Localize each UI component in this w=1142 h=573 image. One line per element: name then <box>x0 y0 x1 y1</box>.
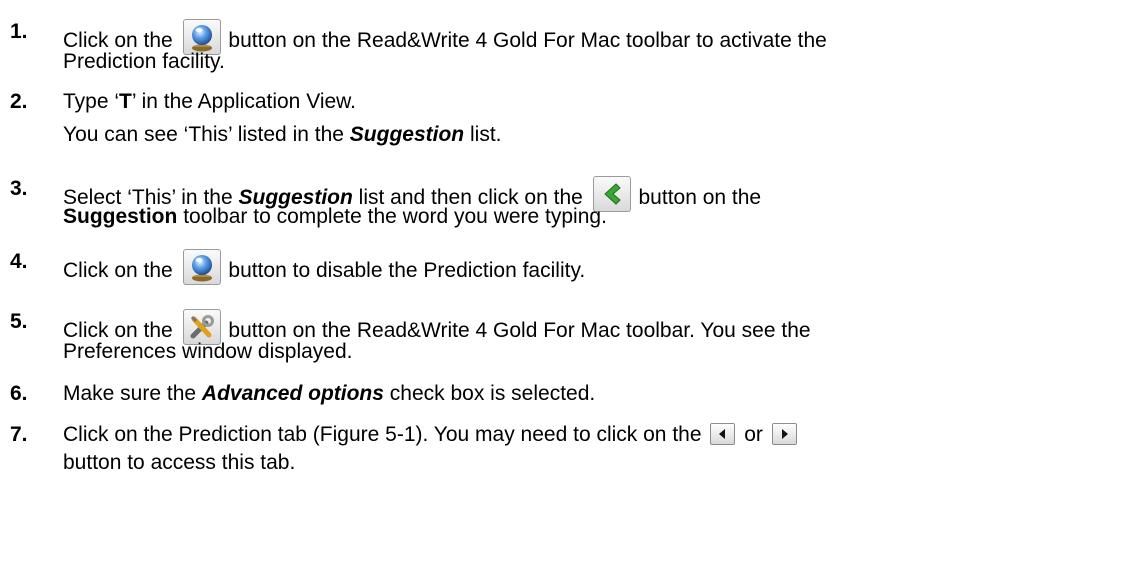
step-number: 5. <box>10 310 28 333</box>
advanced-options-term: Advanced options <box>201 382 384 405</box>
typed-letter: T <box>119 90 132 113</box>
step-text: Prediction facility. <box>63 50 225 73</box>
step-text: button on the <box>638 186 762 209</box>
step-text: Type ‘ <box>63 90 120 113</box>
step-text: Preferences window displayed. <box>63 340 353 363</box>
step-number: 4. <box>10 250 28 273</box>
suggestion-term: Suggestion <box>349 123 465 146</box>
step-text: Click on the Prediction tab (Figure 5-1)… <box>63 423 702 446</box>
step-text: Click on the <box>63 259 173 282</box>
step-text: ’ in the Application View. <box>131 90 357 113</box>
step-number: 3. <box>10 177 28 200</box>
step-number: 6. <box>10 382 28 405</box>
right-arrow-icon <box>771 423 797 445</box>
step-text: button on the Read&Write 4 Gold For Mac … <box>228 29 827 52</box>
step-text: check box is selected. <box>389 382 596 405</box>
step-text: You can see ‘This’ listed in the <box>63 123 344 146</box>
prediction-crystal-ball-icon <box>182 249 221 285</box>
suggestion-term: Suggestion <box>63 205 178 228</box>
step-text: list. <box>469 123 502 146</box>
step-text: button to access this tab. <box>63 451 296 474</box>
step-number: 2. <box>10 90 28 113</box>
step-text: Make sure the <box>63 382 197 405</box>
step-number: 1. <box>10 20 28 43</box>
step-text: button to disable the Prediction facilit… <box>228 259 586 282</box>
step-text: toolbar to complete the word you were ty… <box>183 205 607 228</box>
step-number: 7. <box>10 423 28 446</box>
left-arrow-icon <box>710 423 736 445</box>
step-text: or <box>744 423 763 446</box>
